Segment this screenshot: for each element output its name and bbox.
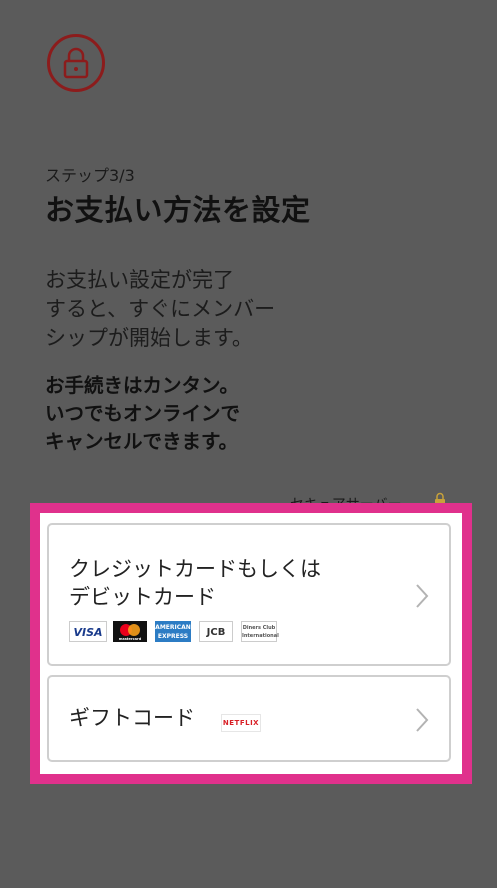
cancel-note: お手続きはカンタン。 いつでもオンラインで キャンセルできます。 bbox=[45, 372, 240, 456]
page-title: お支払い方法を設定 bbox=[45, 193, 311, 227]
amex-logo: AMERICAN EXPRESS bbox=[155, 621, 191, 642]
step-indicator: ステップ3/3 bbox=[45, 166, 135, 185]
gift-code-label: ギフトコード bbox=[69, 706, 195, 730]
diners-logo: Diners Club International bbox=[241, 621, 279, 642]
netflix-logo: NETFLIX bbox=[221, 714, 261, 732]
chevron-right-icon bbox=[416, 584, 429, 608]
credit-card-label-line: デビットカード bbox=[69, 585, 216, 609]
credit-card-label: クレジットカードもしくは デビットカード bbox=[69, 555, 321, 611]
description-line: すると、すぐにメンバー bbox=[45, 297, 276, 321]
note-line: いつでもオンラインで bbox=[45, 402, 241, 425]
description-line: シップが開始します。 bbox=[45, 326, 253, 350]
jcb-logo: JCB bbox=[199, 621, 233, 642]
chevron-right-icon bbox=[416, 708, 429, 732]
lock-badge bbox=[47, 34, 105, 92]
mastercard-logo: mastercard bbox=[113, 621, 147, 642]
description-line: お支払い設定が完了 bbox=[45, 268, 234, 292]
note-line: お手続きはカンタン。 bbox=[45, 374, 239, 397]
gift-code-option[interactable]: ギフトコード NETFLIX bbox=[47, 675, 451, 762]
credit-card-option[interactable]: クレジットカードもしくは デビットカード VISA mastercard AME… bbox=[47, 523, 451, 666]
visa-logo: VISA bbox=[69, 621, 107, 642]
svg-text:mastercard: mastercard bbox=[119, 637, 142, 641]
note-line: キャンセルできます。 bbox=[45, 430, 239, 453]
lock-icon bbox=[63, 47, 89, 79]
credit-card-label-line: クレジットカードもしくは bbox=[69, 557, 321, 581]
description: お支払い設定が完了 すると、すぐにメンバー シップが開始します。 bbox=[45, 266, 275, 353]
